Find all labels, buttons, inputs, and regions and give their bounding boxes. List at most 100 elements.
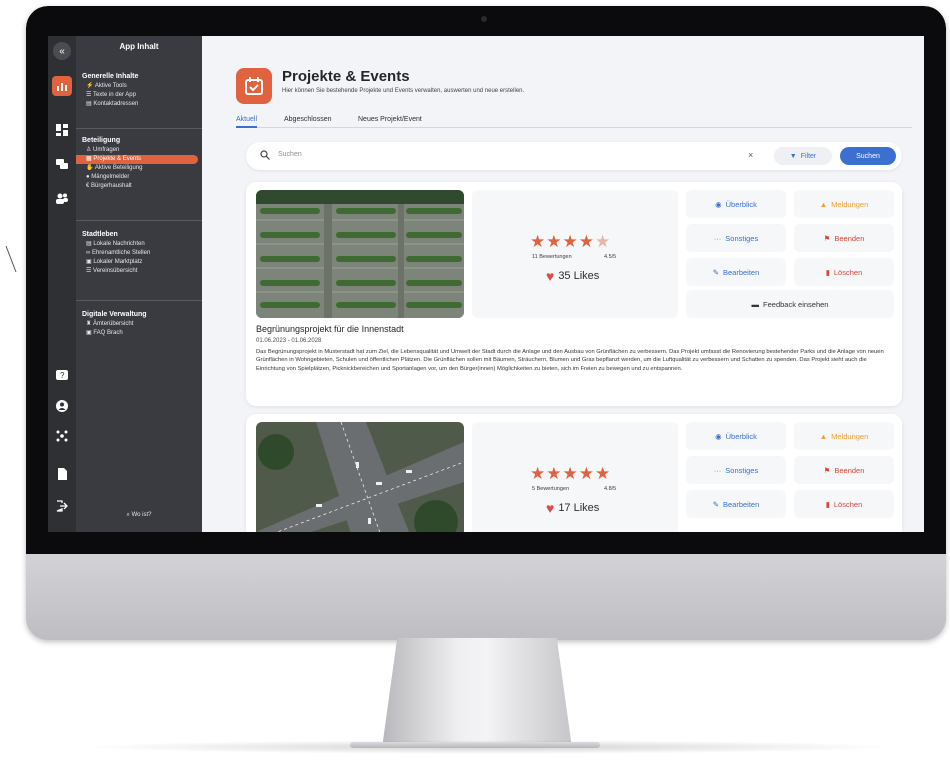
- stand-base: [350, 742, 600, 748]
- app-content-icon[interactable]: [52, 76, 72, 96]
- sidebar-item-surveys[interactable]: ♙ Umfragen: [76, 146, 202, 155]
- sidebar-item-volunteer-positions[interactable]: ∞ Ehrenamtliche Stellen: [76, 249, 202, 258]
- filter-button[interactable]: ▼ Filter: [774, 147, 832, 165]
- flag-icon: ⚑: [823, 465, 831, 475]
- monitor: « ? App Inhalt Generelle Inhalte ⚡ Aktiv…: [26, 6, 946, 640]
- rating-panel: ★★★★★ 11 Bewertungen 4.5/5 ♥ 35 Likes: [472, 190, 678, 318]
- eye-icon: ◉: [715, 199, 722, 209]
- sidebar-item-active-participation[interactable]: ✋ Aktive Beteiligung: [76, 164, 202, 173]
- warning-icon: ▲: [819, 431, 828, 441]
- calendar-icon: [236, 68, 272, 104]
- sidebar-footer[interactable]: ⌕ Wo ist?: [76, 512, 202, 519]
- sidebar-item-defect-reporter[interactable]: ● Mängelmelder: [76, 173, 202, 182]
- sidebar-item-faq[interactable]: ▣ FAQ Brach: [76, 329, 202, 338]
- rating-count: 11 Bewertungen: [532, 254, 572, 260]
- star-rating: ★★★★★: [530, 232, 612, 251]
- sidebar-item-local-news[interactable]: ▤ Lokale Nachrichten: [76, 240, 202, 249]
- likes-label: 35 Likes: [558, 270, 600, 282]
- document-icon[interactable]: [52, 464, 72, 484]
- network-icon[interactable]: [52, 426, 72, 446]
- end-button[interactable]: ⚑ Beenden: [794, 456, 894, 484]
- project-title: Begrünungsprojekt für die Innenstadt: [256, 324, 404, 334]
- more-icon: ···: [713, 233, 722, 243]
- rating-panel: ★★★★★ 5 Bewertungen 4.8/5 ♥ 17 Likes: [472, 422, 678, 532]
- search-button[interactable]: Suchen: [840, 147, 896, 165]
- pencil-icon: ✎: [712, 267, 719, 277]
- divider: [76, 128, 202, 129]
- project-card: ★★★★★ 11 Bewertungen 4.5/5 ♥ 35 Likes ◉ Ü…: [246, 182, 902, 406]
- project-photo-parking-trees: [256, 190, 464, 318]
- project-description: Das Begrünungsprojekt in Musterstadt hat…: [256, 349, 884, 372]
- monitor-stand: [382, 638, 572, 748]
- sidebar-heading: Stadtleben: [82, 231, 118, 238]
- tab-completed[interactable]: Abgeschlossen: [284, 114, 331, 128]
- sidebar-title: App Inhalt: [119, 42, 159, 51]
- search-input[interactable]: Suchen: [278, 151, 302, 158]
- warning-icon: ▲: [819, 199, 828, 209]
- stage: « ? App Inhalt Generelle Inhalte ⚡ Aktiv…: [0, 0, 950, 766]
- sidebar-section-city-life: Stadtleben ▤ Lokale Nachrichten ∞ Ehrena…: [76, 230, 202, 276]
- tab-new-project[interactable]: Neues Projekt/Event: [358, 114, 422, 128]
- edit-button[interactable]: ✎ Bearbeiten: [686, 490, 786, 518]
- reports-button[interactable]: ▲ Meldungen: [794, 422, 894, 450]
- divider: [76, 220, 202, 221]
- likes-label: 17 Likes: [558, 502, 600, 514]
- sidebar-heading: Digitale Verwaltung: [82, 311, 147, 318]
- help-icon[interactable]: ?: [52, 366, 72, 386]
- misc-button[interactable]: ··· Sonstiges: [686, 456, 786, 484]
- delete-button[interactable]: ▮ Löschen: [794, 258, 894, 286]
- reports-button[interactable]: ▲ Meldungen: [794, 190, 894, 218]
- sidebar-item-clubs[interactable]: ☰ Vereinsübersicht: [76, 267, 202, 276]
- logout-icon[interactable]: [52, 496, 72, 516]
- misc-button[interactable]: ··· Sonstiges: [686, 224, 786, 252]
- chat-icon[interactable]: [52, 154, 72, 174]
- delete-button[interactable]: ▮ Löschen: [794, 490, 894, 518]
- sidebar-item-marketplace[interactable]: ▣ Lokaler Marktplatz: [76, 258, 202, 267]
- page-title: Projekte & Events: [282, 68, 410, 85]
- sidebar: App Inhalt Generelle Inhalte ⚡ Aktive To…: [76, 36, 202, 532]
- sidebar-item-active-tools[interactable]: ⚡ Aktive Tools: [76, 82, 202, 91]
- profile-icon[interactable]: [52, 396, 72, 416]
- rating-value: 4.5/5: [604, 254, 617, 260]
- decorative-chevron: [5, 245, 17, 273]
- tab-current[interactable]: Aktuell: [236, 114, 258, 128]
- main-content: Projekte & Events Hier können Sie besteh…: [202, 36, 924, 532]
- sidebar-item-offices[interactable]: ♜ Ämterübersicht: [76, 320, 202, 329]
- more-icon: ···: [713, 465, 722, 475]
- sidebar-item-contacts[interactable]: ▤ Kontaktadressen: [76, 100, 202, 109]
- search-icon: [260, 150, 270, 160]
- camera-dot: [481, 16, 487, 22]
- comment-icon: ▬: [751, 299, 760, 309]
- sidebar-section-digital-admin: Digitale Verwaltung ♜ Ämterübersicht ▣ F…: [76, 310, 202, 338]
- edit-button[interactable]: ✎ Bearbeiten: [686, 258, 786, 286]
- dashboard-icon[interactable]: [52, 120, 72, 140]
- icon-rail: « ?: [48, 36, 76, 532]
- star-rating: ★★★★★: [530, 464, 612, 483]
- end-button[interactable]: ⚑ Beenden: [794, 224, 894, 252]
- collapse-icon[interactable]: «: [53, 42, 71, 60]
- sidebar-item-citizen-budget[interactable]: € Bürgerhaushalt: [76, 182, 202, 191]
- rating-count: 5 Bewertungen: [532, 486, 569, 492]
- heart-icon: ♥: [546, 268, 555, 284]
- pencil-icon: ✎: [712, 499, 719, 509]
- sidebar-section-participation: Beteiligung ♙ Umfragen ▦ Projekte & Even…: [76, 136, 202, 191]
- likes-counter: ♥ 35 Likes: [546, 268, 599, 284]
- overview-button[interactable]: ◉ Überblick: [686, 422, 786, 450]
- monitor-bezel: « ? App Inhalt Generelle Inhalte ⚡ Aktiv…: [26, 6, 946, 554]
- overview-button[interactable]: ◉ Überblick: [686, 190, 786, 218]
- heart-icon: ♥: [546, 500, 555, 516]
- users-icon[interactable]: [52, 188, 72, 208]
- monitor-chin: [26, 554, 946, 640]
- trash-icon: ▮: [825, 499, 830, 509]
- sidebar-item-texts[interactable]: ☰ Texte in der App: [76, 91, 202, 100]
- project-card: ★★★★★ 5 Bewertungen 4.8/5 ♥ 17 Likes ◉ Üb…: [246, 414, 902, 532]
- page-subtitle: Hier können Sie bestehende Projekte und …: [282, 88, 525, 94]
- feedback-button[interactable]: ▬ Feedback einsehen: [686, 290, 894, 318]
- close-icon[interactable]: ×: [748, 150, 753, 160]
- sidebar-item-projects-events[interactable]: ▦ Projekte & Events: [76, 155, 198, 164]
- project-dates: 01.06.2023 - 01.06.2028: [256, 338, 322, 344]
- sidebar-heading: Generelle Inhalte: [82, 73, 139, 80]
- search-bar: Suchen × ▼ Filter Suchen: [246, 142, 902, 170]
- filter-label: Filter: [800, 152, 817, 160]
- eye-icon: ◉: [715, 431, 722, 441]
